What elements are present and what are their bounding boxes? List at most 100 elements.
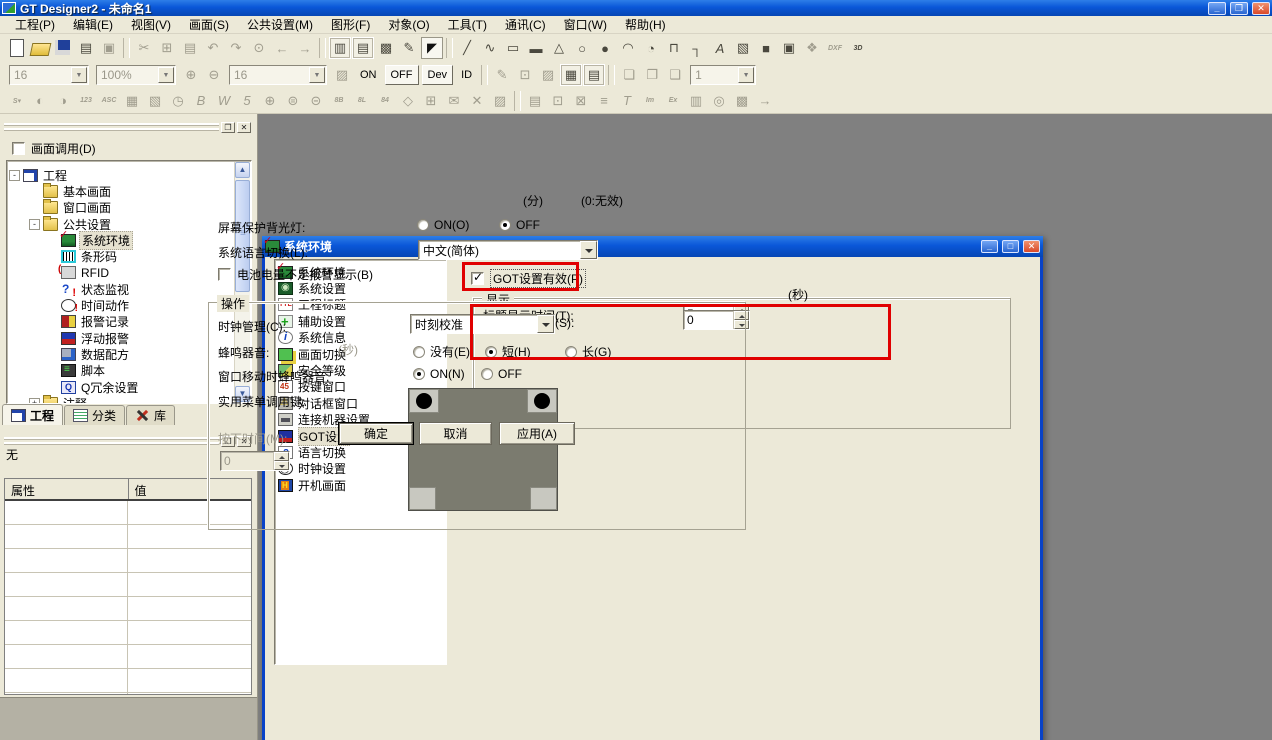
utility-key-bottom-left[interactable] bbox=[409, 487, 436, 510]
tree-item[interactable]: 时间动作 bbox=[9, 297, 233, 313]
panel-restore-icon[interactable]: ❐ bbox=[221, 122, 235, 133]
bit-parts-icon[interactable]: 8B bbox=[328, 90, 350, 112]
layer-back-icon[interactable]: ❑ bbox=[664, 64, 686, 86]
fixed-parts-icon[interactable]: 84 bbox=[374, 90, 396, 112]
backlight-on-option[interactable]: ON(O) bbox=[417, 218, 469, 232]
list-toggle-icon[interactable]: ▤ bbox=[583, 64, 605, 86]
menu-item[interactable]: 工程(P) bbox=[6, 15, 64, 34]
window-stack-icon[interactable]: ▩ bbox=[375, 37, 397, 59]
tree-item[interactable]: RFID bbox=[9, 265, 233, 281]
layer-front-icon[interactable]: ❏ bbox=[618, 64, 640, 86]
tree-item[interactable]: 报警记录 bbox=[9, 314, 233, 330]
menu-item[interactable]: 视图(V) bbox=[122, 15, 180, 34]
search-icon[interactable]: ◎ bbox=[708, 90, 730, 112]
chevron-down-icon[interactable]: ▼ bbox=[309, 67, 325, 83]
screen-list-icon[interactable]: ▤ bbox=[352, 37, 374, 59]
screen-property-icon[interactable]: ▥ bbox=[329, 37, 351, 59]
circle-tool-icon[interactable]: ○ bbox=[571, 37, 593, 59]
scroll-up-icon[interactable]: ▲ bbox=[235, 162, 250, 178]
buzzer-short-radio[interactable] bbox=[485, 346, 497, 358]
move-buzzer-off-radio[interactable] bbox=[481, 368, 493, 380]
import-icon[interactable]: Im bbox=[639, 90, 661, 112]
tree-item[interactable]: 条形码 bbox=[9, 248, 233, 264]
tree-item[interactable]: 工程 bbox=[9, 167, 233, 183]
menu-item[interactable]: 对象(O) bbox=[379, 15, 438, 34]
filled-rect-tool-icon[interactable]: ▬ bbox=[525, 37, 547, 59]
filled-panel-icon[interactable]: ■ bbox=[755, 37, 777, 59]
close-button[interactable]: ✕ bbox=[1252, 2, 1270, 15]
polyline-tool-icon[interactable]: ∿ bbox=[479, 37, 501, 59]
tree-item[interactable]: 脚本 bbox=[9, 363, 233, 379]
dialog-minimize-button[interactable]: _ bbox=[981, 240, 998, 253]
device-monitor-icon[interactable]: ▥ bbox=[685, 90, 707, 112]
panel-close-icon[interactable]: ✕ bbox=[237, 122, 251, 133]
select-cursor-icon[interactable]: ◤ bbox=[421, 37, 443, 59]
move-buzzer-off-option[interactable]: OFF bbox=[481, 367, 522, 381]
close-key-icon[interactable]: ✕ bbox=[466, 90, 488, 112]
scale-tool-icon[interactable]: ⊓ bbox=[663, 37, 685, 59]
recipe-transfer-icon[interactable]: ▤ bbox=[524, 90, 546, 112]
id-button[interactable]: ID bbox=[456, 65, 477, 85]
alarm-list-icon[interactable]: ⊜ bbox=[282, 90, 304, 112]
forward-icon[interactable]: → bbox=[294, 37, 316, 59]
dialog-close-button[interactable]: ✕ bbox=[1023, 240, 1040, 253]
word-comment-icon[interactable]: W bbox=[213, 90, 235, 112]
brush-tool-icon[interactable]: ▧ bbox=[732, 37, 754, 59]
panel-tab[interactable]: 库 bbox=[126, 405, 175, 425]
move-buzzer-on-radio[interactable] bbox=[413, 368, 425, 380]
layer-mid-icon[interactable]: ❐ bbox=[641, 64, 663, 86]
tree-item[interactable]: 公共设置 bbox=[9, 216, 233, 232]
chevron-down-icon[interactable] bbox=[537, 315, 554, 333]
sector-tool-icon[interactable]: ◔ bbox=[640, 37, 662, 59]
tree-item[interactable]: Q冗余设置 bbox=[9, 379, 233, 395]
battery-alarm-checkbox[interactable] bbox=[218, 268, 231, 281]
word-parts-icon[interactable]: 8L bbox=[351, 90, 373, 112]
undo-icon[interactable]: ↶ bbox=[202, 37, 224, 59]
time-display-icon[interactable]: ▧ bbox=[144, 90, 166, 112]
backlight-on-radio[interactable] bbox=[417, 219, 429, 231]
chevron-down-icon[interactable]: ▼ bbox=[738, 67, 754, 83]
minimize-button[interactable]: _ bbox=[1208, 2, 1226, 15]
tree-item[interactable]: 数据配方 bbox=[9, 346, 233, 362]
tree-item[interactable]: 浮动报警 bbox=[9, 330, 233, 346]
level-display-icon[interactable]: ◇ bbox=[397, 90, 419, 112]
layer-combo[interactable]: 1▼ bbox=[690, 65, 756, 85]
dialog-maximize-button[interactable]: □ bbox=[1002, 240, 1019, 253]
separator[interactable] bbox=[514, 91, 521, 111]
panel-meter-icon[interactable]: ▣ bbox=[778, 37, 800, 59]
multi-copy-icon[interactable]: ⊡ bbox=[547, 90, 569, 112]
simple-alarm-icon[interactable]: ⊝ bbox=[305, 90, 327, 112]
screen-call-checkbox[interactable] bbox=[12, 142, 25, 155]
menu-item[interactable]: 工具(T) bbox=[439, 15, 496, 34]
paint-object-icon[interactable]: ▨ bbox=[489, 90, 511, 112]
grid-color-icon[interactable]: ▨ bbox=[331, 64, 353, 86]
menu-item[interactable]: 画面(S) bbox=[180, 15, 238, 34]
panelmeter-object-icon[interactable]: ⊞ bbox=[420, 90, 442, 112]
backlight-off-radio[interactable] bbox=[499, 219, 511, 231]
date-display-icon[interactable]: ▦ bbox=[121, 90, 143, 112]
numerical-display-icon[interactable]: 123 bbox=[75, 90, 97, 112]
buzzer-long-radio[interactable] bbox=[565, 346, 577, 358]
separator[interactable] bbox=[446, 38, 453, 58]
backlight-off-option[interactable]: OFF bbox=[499, 218, 540, 232]
dev-button[interactable]: Dev bbox=[422, 65, 454, 85]
redo-icon[interactable]: ↷ bbox=[225, 37, 247, 59]
pipe-tool-icon[interactable]: ┐ bbox=[686, 37, 708, 59]
clock-display-icon[interactable]: ◷ bbox=[167, 90, 189, 112]
ok-button[interactable]: 确定 bbox=[338, 422, 414, 445]
arc-tool-icon[interactable]: ◠ bbox=[617, 37, 639, 59]
panel-gripper[interactable]: ❐ ✕ bbox=[4, 122, 253, 132]
paste-icon[interactable]: ▤ bbox=[179, 37, 201, 59]
test-tool-icon[interactable]: T bbox=[616, 90, 638, 112]
font-size-combo[interactable]: 16▼ bbox=[9, 65, 89, 85]
bit-lamp-icon[interactable]: ◐ bbox=[29, 90, 51, 112]
buzzer-none-option[interactable]: 没有(E) bbox=[413, 343, 470, 360]
export-icon[interactable]: Ex bbox=[662, 90, 684, 112]
buzzer-short-option[interactable]: 短(H) bbox=[485, 343, 531, 360]
screen-preview-icon[interactable]: ▤ bbox=[75, 37, 97, 59]
mail-icon[interactable]: ✉ bbox=[443, 90, 465, 112]
fill-color-icon[interactable]: ▨ bbox=[537, 64, 559, 86]
sw-package-icon[interactable]: ▣ bbox=[98, 37, 120, 59]
buzzer-none-radio[interactable] bbox=[413, 346, 425, 358]
copy-icon[interactable]: ⊞ bbox=[156, 37, 178, 59]
